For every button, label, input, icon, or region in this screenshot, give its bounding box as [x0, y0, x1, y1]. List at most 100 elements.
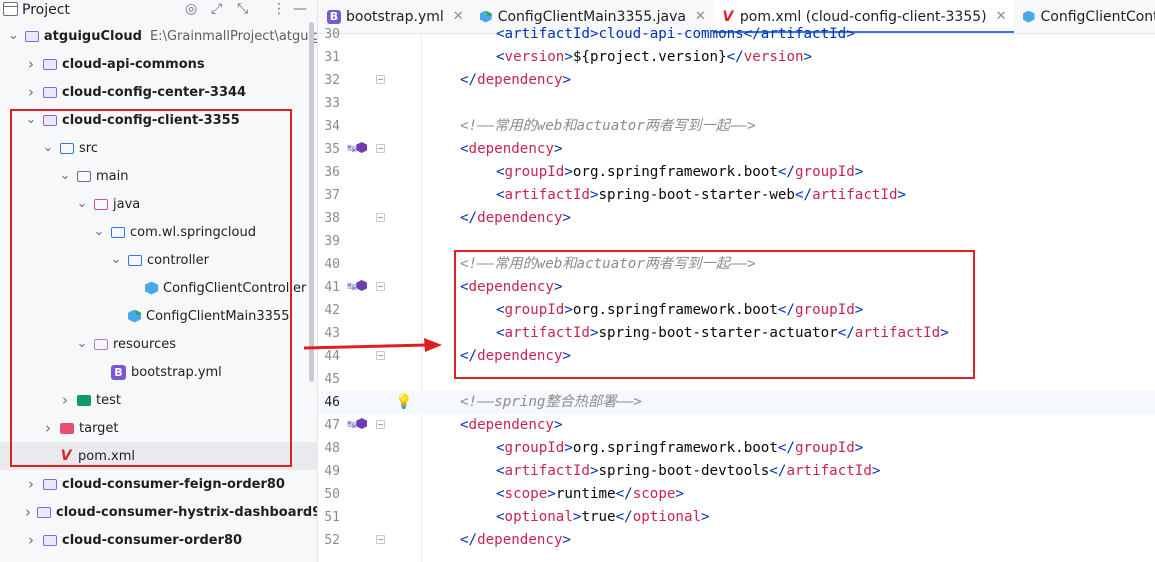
- xml-tag-name: scope: [504, 486, 548, 502]
- module-folder-icon: [43, 58, 57, 70]
- close-icon[interactable]: ✕: [453, 9, 464, 24]
- fold-marker-icon[interactable]: [376, 282, 385, 291]
- xml-tag-name: dependency: [468, 141, 554, 157]
- xml-value: ${project.version}: [572, 49, 727, 65]
- line-number: 47: [324, 418, 340, 433]
- tree-item[interactable]: › target: [0, 414, 317, 442]
- tree-item[interactable]: ›Vpom.xml: [0, 442, 317, 470]
- tree-item-label: atguiguCloud: [43, 28, 142, 44]
- resources-folder-icon: [94, 338, 108, 350]
- line-number: 44: [324, 349, 340, 364]
- expand-icon[interactable]: ⤢: [211, 1, 222, 17]
- chevron-right-icon[interactable]: ›: [25, 83, 37, 101]
- chevron-down-icon[interactable]: ⌄: [110, 253, 122, 266]
- tree-item[interactable]: › cloud-api-commons: [0, 50, 317, 78]
- code-line: 41 ↹ <dependency>: [318, 276, 1155, 299]
- xml-tag-name: artifactId: [504, 325, 590, 341]
- line-number: 45: [324, 372, 340, 387]
- tree-item[interactable]: › cloud-consumer-order80: [0, 526, 317, 554]
- chevron-right-icon[interactable]: ›: [25, 475, 37, 493]
- more-icon[interactable]: ⋮: [272, 1, 286, 17]
- xml-value: spring-boot-devtools: [598, 463, 770, 479]
- close-icon[interactable]: ✕: [996, 9, 1007, 24]
- code-line: 34 <!——常用的web和actuator两者写到一起——>: [318, 115, 1155, 138]
- line-number: 49: [324, 464, 340, 479]
- spring-boot-class-icon: [479, 10, 492, 23]
- collapse-icon[interactable]: ⤡: [237, 1, 248, 17]
- maven-dependency-gutter-icon[interactable]: ↹: [347, 417, 368, 433]
- target-icon[interactable]: ◎: [185, 1, 197, 17]
- package-icon: [111, 226, 125, 238]
- code-line: 33: [318, 92, 1155, 115]
- fold-marker-icon[interactable]: [376, 420, 385, 429]
- tree-item[interactable]: › test: [0, 386, 317, 414]
- maven-dependency-gutter-icon[interactable]: ↹: [347, 279, 368, 295]
- chevron-right-icon[interactable]: ›: [25, 503, 31, 521]
- tree-item[interactable]: ⌄ com.wl.springcloud: [0, 218, 317, 246]
- line-number: 35: [324, 142, 340, 157]
- code-line: 38 </dependency>: [318, 207, 1155, 230]
- fold-marker-icon[interactable]: [376, 144, 385, 153]
- code-text: <artifactId>spring-boot-devtools</artifa…: [496, 463, 881, 479]
- tree-item[interactable]: › cloud-consumer-hystrix-dashboard9001: [0, 498, 317, 526]
- xml-value: org.springframework.boot: [572, 302, 778, 318]
- project-tool-window: Project ◎ ⤢ ⤡ ⋮ — ⌄ atguiguCloud E:\Grainm…: [0, 0, 318, 562]
- tree-item[interactable]: ›ConfigClientController: [0, 274, 317, 302]
- tree-item[interactable]: ⌄ resources: [0, 330, 317, 358]
- tree-item-controller[interactable]: ⌄ controller: [0, 246, 317, 274]
- chevron-right-icon[interactable]: ›: [59, 391, 71, 409]
- chevron-down-icon[interactable]: ⌄: [76, 337, 88, 350]
- project-title[interactable]: Project: [22, 2, 70, 18]
- code-line: 49 <artifactId>spring-boot-devtools</arti…: [318, 460, 1155, 483]
- tree-item[interactable]: › cloud-config-center-3344: [0, 78, 317, 106]
- fold-marker-icon[interactable]: [376, 535, 385, 544]
- code-line: 32 </dependency>: [318, 69, 1155, 92]
- close-icon[interactable]: ✕: [695, 9, 706, 24]
- tree-item-label: test: [96, 392, 121, 408]
- module-folder-icon: [37, 506, 51, 518]
- code-editor[interactable]: 30 <artifactId>cloud-api-commons</artifac…: [318, 26, 1155, 562]
- line-number: 46: [324, 395, 340, 410]
- xml-tag-name: dependency: [477, 72, 563, 88]
- hide-icon[interactable]: —: [293, 1, 307, 17]
- tree-item[interactable]: › cloud-consumer-feign-order80: [0, 470, 317, 498]
- chevron-down-icon[interactable]: ⌄: [8, 29, 19, 42]
- line-number: 42: [324, 303, 340, 318]
- tree-item[interactable]: ⌄ java: [0, 190, 317, 218]
- maven-icon: V: [60, 448, 72, 464]
- module-folder-icon: [43, 86, 57, 98]
- chevron-down-icon[interactable]: ⌄: [25, 113, 37, 126]
- module-folder-icon: [43, 114, 57, 126]
- tree-item-label: ConfigClientController: [163, 280, 307, 296]
- fold-marker-icon[interactable]: [376, 75, 385, 84]
- xml-tag-name: groupId: [794, 164, 855, 180]
- tree-item[interactable]: ⌄ src: [0, 134, 317, 162]
- chevron-down-icon[interactable]: ⌄: [93, 225, 105, 238]
- xml-tag-name: dependency: [477, 348, 563, 364]
- tree-item-label: com.wl.springcloud: [130, 224, 256, 240]
- code-line: 39: [318, 230, 1155, 253]
- lightbulb-icon[interactable]: 💡: [395, 393, 412, 411]
- tree-item-label: java: [113, 196, 141, 212]
- tree-item[interactable]: ›ConfigClientMain3355: [0, 302, 317, 330]
- tree-item[interactable]: ›Bbootstrap.yml: [0, 358, 317, 386]
- maven-dependency-gutter-icon[interactable]: ↹: [347, 141, 368, 157]
- chevron-down-icon[interactable]: ⌄: [42, 141, 54, 154]
- chevron-down-icon[interactable]: ⌄: [59, 169, 71, 182]
- package-icon: [128, 254, 142, 266]
- fold-marker-icon[interactable]: [376, 213, 385, 222]
- tree-item[interactable]: ⌄ cloud-config-client-3355: [0, 106, 317, 134]
- tree-item[interactable]: ⌄ atguiguCloud E:\GrainmallProject\atguigu…: [0, 22, 317, 50]
- module-folder-icon: [43, 478, 57, 490]
- java-class-icon: [1022, 10, 1035, 23]
- chevron-right-icon[interactable]: ›: [25, 55, 37, 73]
- chevron-right-icon[interactable]: ›: [42, 419, 54, 437]
- chevron-down-icon[interactable]: ⌄: [76, 197, 88, 210]
- yml-file-icon: B: [111, 364, 126, 380]
- fold-marker-icon[interactable]: [376, 351, 385, 360]
- line-number: 40: [324, 257, 340, 272]
- tree-item[interactable]: ⌄ main: [0, 162, 317, 190]
- tree-scrollbar[interactable]: [309, 22, 314, 382]
- line-number: 37: [324, 188, 340, 203]
- chevron-right-icon[interactable]: ›: [25, 531, 37, 549]
